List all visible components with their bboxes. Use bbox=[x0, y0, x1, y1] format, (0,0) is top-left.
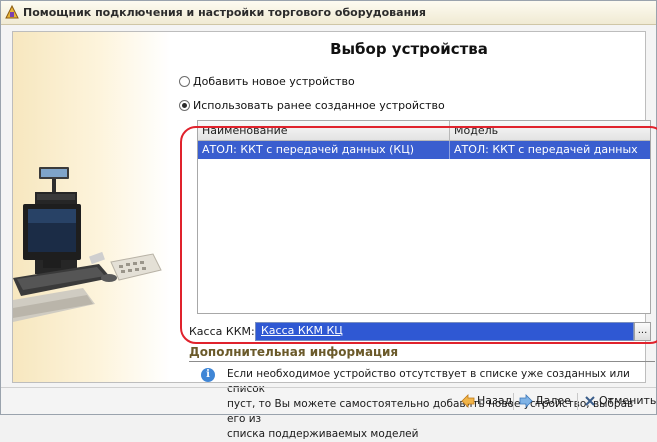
additional-info-title: Дополнительная информация bbox=[189, 345, 399, 359]
column-divider[interactable] bbox=[449, 121, 450, 140]
back-label: Назад bbox=[477, 394, 513, 407]
info-line: Если необходимое устройство отсутствует … bbox=[227, 368, 630, 395]
cancel-label: Отменить bbox=[599, 394, 657, 407]
button-divider bbox=[513, 393, 514, 410]
radio-use-existing[interactable] bbox=[179, 100, 190, 111]
arrow-right-icon bbox=[519, 394, 533, 408]
page-heading: Выбор устройства bbox=[330, 40, 488, 58]
row-name-cell: АТОЛ: ККТ с передачей данных (КЦ) bbox=[202, 143, 415, 156]
additional-info-divider bbox=[189, 361, 655, 362]
title-bar: Помощник подключения и настройки торгово… bbox=[1, 1, 656, 25]
equipment-illustration bbox=[13, 32, 170, 382]
window-title: Помощник подключения и настройки торгово… bbox=[23, 6, 426, 19]
pos-terminal-image bbox=[13, 167, 162, 322]
close-icon bbox=[585, 396, 595, 406]
radio-add-new[interactable] bbox=[179, 76, 190, 87]
devices-table[interactable]: Наименование Модель АТОЛ: ККТ с передаче… bbox=[197, 120, 651, 314]
button-divider bbox=[577, 393, 578, 410]
footer-divider bbox=[1, 387, 656, 388]
next-label: Далее bbox=[535, 394, 571, 407]
wizard-content: Выбор устройства Добавить новое устройст… bbox=[12, 31, 657, 440]
radio-add-new-label[interactable]: Добавить новое устройство bbox=[193, 75, 355, 88]
table-row[interactable]: АТОЛ: ККТ с передачей данных (КЦ) АТОЛ: … bbox=[198, 141, 650, 159]
kassa-select-button[interactable]: ... bbox=[634, 322, 651, 341]
kassa-value: Касса ККМ КЦ bbox=[261, 324, 343, 337]
table-header: Наименование Модель bbox=[198, 121, 650, 141]
wizard-window: Помощник подключения и настройки торгово… bbox=[0, 0, 657, 440]
row-divider bbox=[449, 141, 450, 159]
row-model-cell: АТОЛ: ККТ с передачей данных bbox=[454, 143, 638, 156]
kassa-input[interactable]: Касса ККМ КЦ bbox=[255, 322, 634, 341]
radio-use-existing-label[interactable]: Использовать ранее созданное устройство bbox=[193, 99, 445, 112]
info-icon: i bbox=[201, 368, 215, 382]
app-icon bbox=[5, 5, 19, 19]
info-line: списка поддерживаемых моделей bbox=[227, 428, 419, 440]
column-header-name[interactable]: Наименование bbox=[202, 124, 287, 137]
column-header-model[interactable]: Модель bbox=[454, 124, 498, 137]
kassa-label: Касса ККМ: bbox=[189, 325, 255, 338]
arrow-left-icon bbox=[461, 394, 475, 408]
